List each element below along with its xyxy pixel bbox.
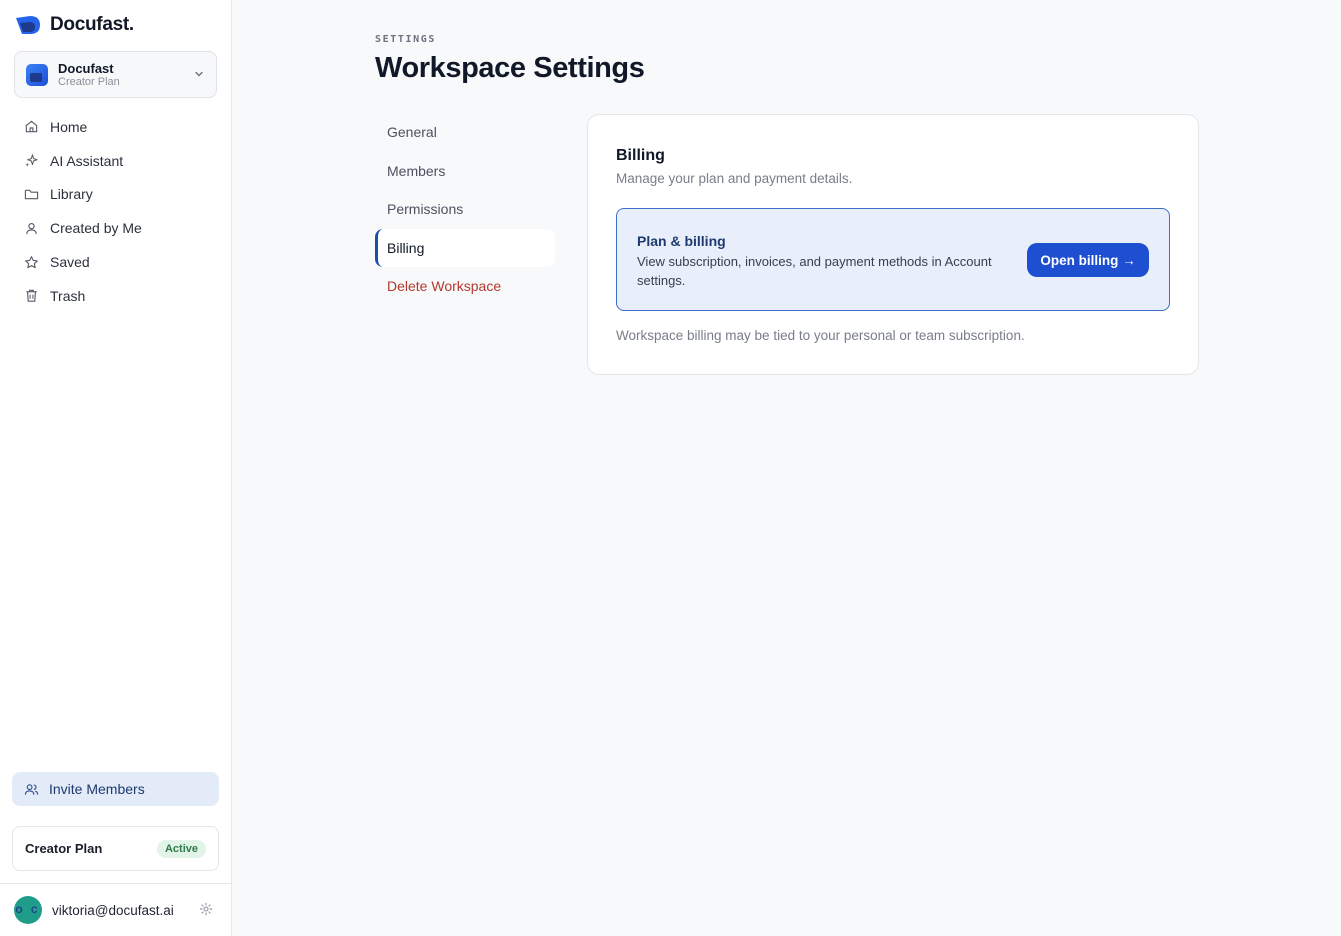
plan-billing-description: View subscription, invoices, and payment… (637, 254, 992, 288)
docufast-logo-icon (16, 16, 40, 34)
invite-members-label: Invite Members (49, 781, 145, 797)
tab-general[interactable]: General (375, 113, 555, 152)
billing-card: Billing Manage your plan and payment det… (587, 114, 1199, 375)
user-email: viktoria@docufast.ai (52, 902, 174, 918)
user-icon (26, 222, 37, 234)
plan-billing-title: Plan & billing (637, 233, 726, 249)
page-title: Workspace Settings (375, 52, 645, 84)
sidebar-item-created-by-me[interactable]: Created by Me (14, 211, 219, 245)
trash-icon (26, 290, 37, 303)
sidebar-item-label: Home (50, 118, 88, 135)
tab-permissions[interactable]: Permissions (375, 190, 555, 229)
settings-tabs: General Members Permissions Billing Dele… (375, 113, 555, 306)
tab-billing[interactable]: Billing (375, 228, 555, 267)
workspace-avatar (26, 63, 48, 86)
open-billing-button[interactable]: Open billing → (1027, 243, 1149, 277)
home-icon (25, 121, 38, 133)
user-account[interactable]: O C viktoria@docufast.ai (0, 883, 232, 936)
tab-delete-workspace[interactable]: Delete Workspace (375, 267, 555, 306)
folder-icon (24, 189, 39, 200)
sidebar-item-library[interactable]: Library (14, 178, 219, 212)
sidebar-item-label: Library (50, 186, 93, 203)
sidebar-item-home[interactable]: Home (14, 110, 219, 144)
sidebar-item-label: Saved (50, 254, 90, 271)
page-eyebrow: SETTINGS (375, 34, 436, 45)
invite-members-button[interactable]: Invite Members (12, 772, 219, 806)
workspace-plan: Creator Plan (58, 75, 120, 88)
sidebar-nav: Home AI Assistant Library Created by Me … (14, 110, 219, 313)
billing-title: Billing (616, 147, 665, 164)
workspace-name: Docufast (58, 60, 114, 76)
sidebar-item-label: Trash (50, 287, 86, 304)
sidebar-item-trash[interactable]: Trash (14, 279, 219, 313)
avatar: O C (14, 896, 42, 924)
gear-icon[interactable] (199, 902, 213, 916)
users-icon (24, 783, 39, 795)
billing-subtitle: Manage your plan and payment details. (616, 171, 853, 186)
status-badge: Active (156, 839, 206, 858)
sparkle-icon (25, 154, 38, 167)
billing-note: Workspace billing may be tied to your pe… (616, 328, 1025, 343)
tab-members[interactable]: Members (375, 152, 555, 191)
plan-card[interactable]: Creator Plan Active (12, 826, 219, 871)
chevron-down-icon (195, 71, 203, 77)
star-icon (25, 255, 38, 268)
plan-name: Creator Plan (25, 841, 103, 856)
sidebar: Docufast. Docufast Creator Plan Home AI … (0, 0, 232, 936)
sidebar-item-saved[interactable]: Saved (14, 245, 219, 279)
sidebar-item-ai-assistant[interactable]: AI Assistant (14, 144, 219, 178)
brand[interactable]: Docufast. (14, 14, 134, 36)
brand-name: Docufast. (50, 14, 134, 35)
sidebar-item-label: AI Assistant (50, 152, 124, 169)
workspace-switcher[interactable]: Docufast Creator Plan (14, 51, 217, 98)
plan-billing-box: Plan & billing View subscription, invoic… (616, 208, 1170, 311)
sidebar-item-label: Created by Me (50, 220, 142, 237)
